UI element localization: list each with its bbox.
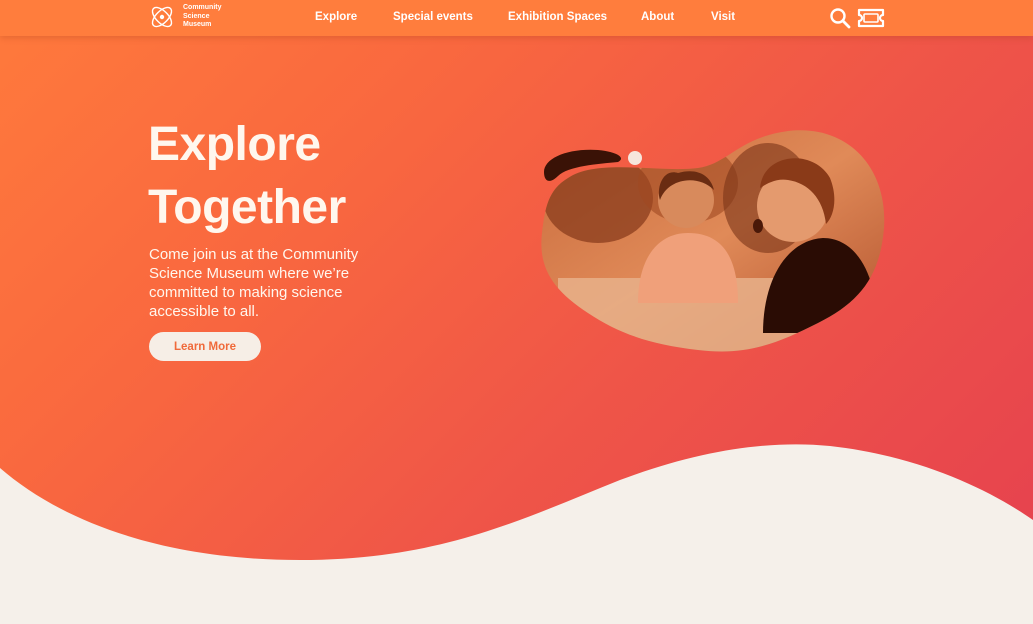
hero-description: Come join us at the Community Science Mu…	[149, 246, 359, 320]
nav-special-events[interactable]: Special events	[393, 11, 473, 23]
hero-title-line1: Explore	[148, 118, 321, 171]
search-icon[interactable]	[829, 7, 851, 29]
top-nav: Community Science Museum Explore Special…	[0, 0, 1033, 36]
museum-name-line2: Science	[183, 12, 210, 20]
atom-logo-icon	[151, 6, 173, 28]
hero-title-line2: Together	[148, 181, 346, 234]
museum-name-line1: Community	[183, 4, 222, 12]
nav-explore[interactable]: Explore	[315, 11, 357, 23]
museum-logo[interactable]: Community Science Museum	[148, 3, 243, 31]
ticket-icon[interactable]	[856, 8, 886, 28]
nav-visit[interactable]: Visit	[711, 11, 735, 23]
museum-name-line3: Museum	[183, 21, 212, 29]
museum-name: Community Science Museum	[183, 4, 243, 30]
nav-exhibition-spaces[interactable]: Exhibition Spaces	[508, 11, 607, 23]
hero-title: Explore Together	[148, 113, 346, 239]
hero-photo	[541, 130, 885, 352]
learn-more-button[interactable]: Learn More	[149, 332, 261, 361]
nav-about[interactable]: About	[641, 11, 674, 23]
